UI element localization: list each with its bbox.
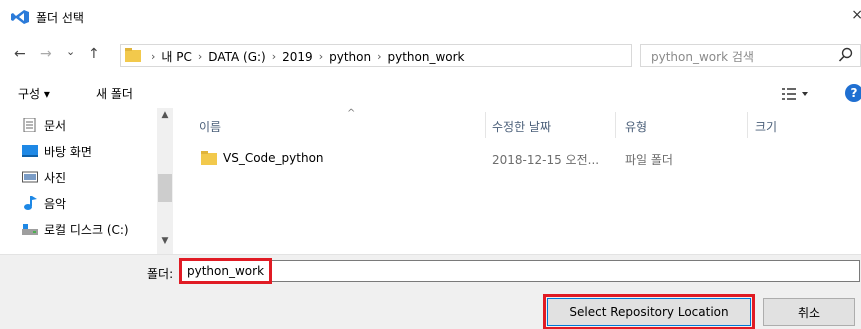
pictures-icon [22,171,38,183]
folder-icon [125,48,141,62]
scrollbar-thumb[interactable] [158,174,172,202]
folder-field-label: 폴더: [147,267,174,281]
breadcrumb-separator: › [271,50,277,63]
scroll-down-arrow-icon[interactable]: ▼ [157,236,173,246]
sort-ascending-icon: ^ [347,108,356,119]
music-icon [24,196,37,210]
sidebar-item-music[interactable]: 음악 [22,192,66,214]
select-repository-location-button[interactable]: Select Repository Location [547,298,751,326]
address-bar[interactable]: › 내 PC › DATA (G:) › 2019 › python › pyt… [120,44,747,67]
vscode-app-icon [11,10,29,24]
column-header-date-modified[interactable]: 수정한 날짜 [492,118,551,135]
file-type: 파일 폴더 [625,153,673,167]
navigation-pane-scrollbar[interactable]: ▲ ▼ [157,108,173,254]
breadcrumb-item-data-drive[interactable]: DATA (G:) [208,50,265,64]
column-header-type[interactable]: 유형 [625,118,647,135]
breadcrumb-separator: › [151,50,156,63]
breadcrumb-separator: › [377,50,382,63]
column-header-name[interactable]: 이름 [199,118,221,135]
breadcrumb-item-this-pc[interactable]: 내 PC [161,48,191,65]
back-arrow-icon[interactable]: ← [14,46,26,62]
breadcrumb-separator: › [318,50,324,63]
sidebar-item-label: 문서 [44,118,67,133]
file-name: VS_Code_python [223,151,324,165]
sidebar-item-pictures[interactable]: 사진 [22,166,66,188]
breadcrumb-separator: › [197,50,203,63]
scroll-up-arrow-icon[interactable]: ▲ [157,110,173,120]
navigation-bar: ← → ⌄ ↑ › 내 PC › DATA (G:) › 2019 › pyth… [0,40,861,70]
sidebar-item-label: 로컬 디스크 (C:) [44,222,129,237]
file-modified-date: 2018-12-15 오전... [492,153,600,167]
table-row[interactable]: VS_Code_python 2018-12-15 오전... 파일 폴더 [199,148,839,170]
sidebar-item-label: 음악 [44,196,67,211]
organize-button[interactable]: 구성 ▾ [18,85,50,102]
column-divider[interactable] [747,112,748,138]
breadcrumb: › 내 PC › DATA (G:) › 2019 › python › pyt… [145,48,465,65]
new-folder-button[interactable]: 새 폴더 [96,85,133,102]
column-header-size[interactable]: 크기 [755,118,777,135]
document-icon [23,118,36,132]
sidebar-item-label: 사진 [44,170,67,185]
folder-icon [201,151,217,165]
sidebar-item-local-disk[interactable]: 로컬 디스크 (C:) [22,218,129,240]
folder-name-input[interactable] [180,260,860,282]
navigation-pane: 문서 바탕 화면 사진 음악 로컬 디스크 (C:) ▲ ▼ [0,108,175,254]
forward-arrow-icon[interactable]: → [40,46,52,62]
desktop-icon [22,145,38,157]
sidebar-item-documents[interactable]: 문서 [22,114,66,136]
search-placeholder: python_work 검색 [651,50,754,64]
up-arrow-icon[interactable]: ↑ [88,46,100,62]
view-options-icon[interactable] [782,87,810,101]
search-icon[interactable] [838,47,854,63]
command-toolbar: 구성 ▾ 새 폴더 ? [0,80,861,108]
search-box[interactable]: python_work 검색 [640,44,861,67]
drive-icon [22,224,38,235]
cancel-button[interactable]: 취소 [763,298,855,326]
breadcrumb-item-python-work[interactable]: python_work [387,50,464,64]
title-bar: 폴더 선택 × [0,0,861,34]
sidebar-item-desktop[interactable]: 바탕 화면 [22,140,92,162]
breadcrumb-item-2019[interactable]: 2019 [282,50,313,64]
recent-locations-chevron-icon[interactable]: ⌄ [66,44,75,60]
dialog-footer: 폴더: Select Repository Location 취소 [0,254,861,329]
file-list: ^ 이름 수정한 날짜 유형 크기 VS_Code_python 2018-12… [175,108,861,254]
window-title: 폴더 선택 [36,11,84,25]
sidebar-item-label: 바탕 화면 [44,144,92,159]
help-icon[interactable]: ? [845,84,861,102]
close-icon[interactable]: × [851,7,861,23]
column-divider[interactable] [485,112,486,138]
breadcrumb-item-python[interactable]: python [329,50,371,64]
column-divider[interactable] [615,112,616,138]
